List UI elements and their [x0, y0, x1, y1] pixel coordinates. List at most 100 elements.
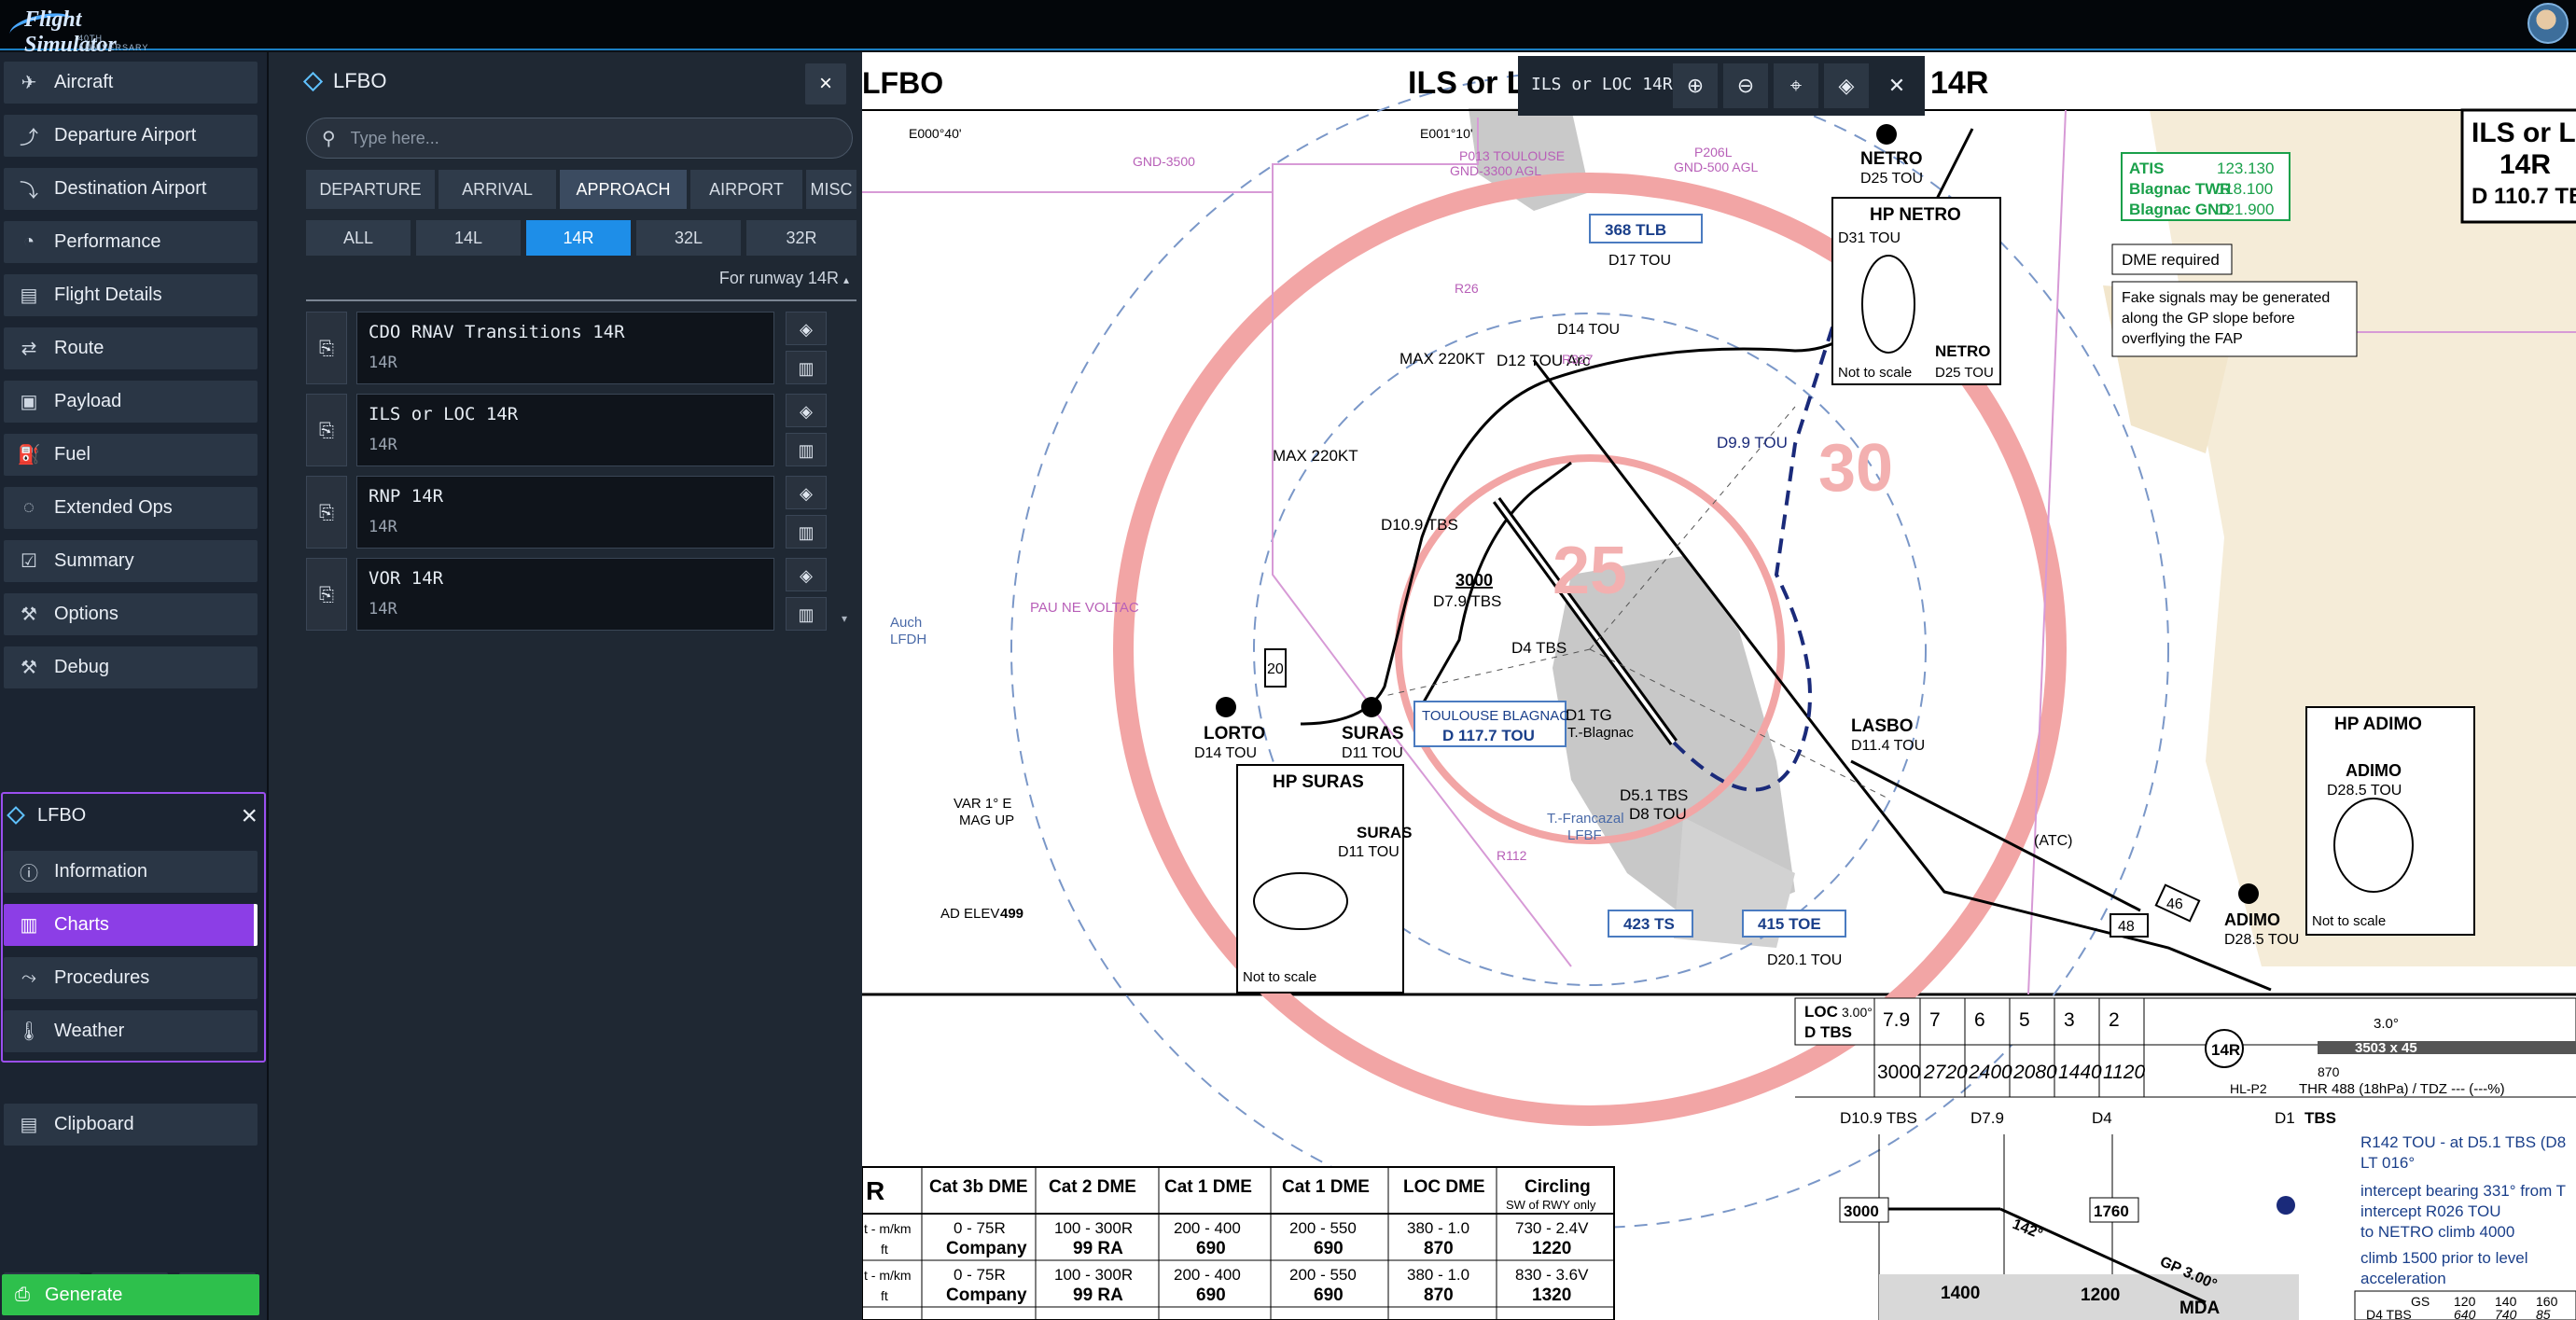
not-to-scale: Not to scale	[1243, 969, 1316, 985]
runway-tab-32r[interactable]: 32R	[746, 220, 856, 256]
center-button[interactable]: ⌖	[1774, 63, 1818, 108]
minima-cell: Company	[946, 1285, 1027, 1305]
nav-label: Destination Airport	[54, 178, 207, 199]
minima-cell: 100 - 300R	[1054, 1219, 1133, 1237]
search-placeholder: Type here...	[350, 128, 439, 147]
map-icon[interactable]: ▥	[786, 433, 827, 466]
not-to-scale: Not to scale	[2312, 913, 2386, 929]
clipboard-add-icon[interactable]: ⎘	[306, 558, 347, 631]
nav-summary[interactable]: ☑ Summary	[4, 540, 258, 582]
approach-chart[interactable]: 25 30 LFBO ILS or LO 14R ILS or LO 14R D…	[862, 52, 2576, 1320]
clipboard-add-icon[interactable]: ⎘	[306, 476, 347, 549]
nav-information[interactable]: ⓘ Information	[4, 851, 258, 893]
close-icon[interactable]: ×	[241, 800, 258, 832]
clipboard-add-icon[interactable]: ⎘	[306, 312, 347, 384]
procedure-item[interactable]: ⎘ VOR 14R 14R ◈ ▥	[306, 558, 842, 631]
layers-icon[interactable]: ◈	[786, 394, 827, 427]
procedure-body[interactable]: RNP 14R 14R	[356, 476, 774, 549]
nav-performance[interactable]: ◔ Performance	[4, 221, 258, 263]
airspace-label: GND-3300 AGL	[1450, 163, 1541, 178]
gs-cell: 640	[2454, 1307, 2476, 1320]
coordinate-label: E001°10'	[1420, 126, 1473, 141]
nav-procedures[interactable]: ⤳ Procedures	[4, 957, 258, 999]
loc-label: LOC	[1804, 1003, 1838, 1021]
nav-payload[interactable]: ▣ Payload	[4, 381, 258, 423]
map-icon[interactable]: ▥	[786, 351, 827, 384]
procedure-body[interactable]: VOR 14R 14R	[356, 558, 774, 631]
layers-button[interactable]: ◈	[1824, 63, 1869, 108]
user-avatar[interactable]	[2527, 3, 2569, 44]
chart-search-input[interactable]: ⚲ Type here...	[306, 118, 853, 159]
map-icon: ▥	[20, 915, 38, 936]
dme-label: D14 TOU	[1557, 322, 1620, 338]
nav-options[interactable]: ⚒ Options	[4, 593, 258, 635]
procedure-item[interactable]: ⎘ RNP 14R 14R ◈ ▥	[306, 476, 842, 549]
close-button[interactable]: ×	[805, 63, 846, 104]
procedure-body[interactable]: ILS or LOC 14R 14R	[356, 394, 774, 466]
navaid-name: TOULOUSE BLAGNAC	[1422, 708, 1569, 724]
minima-cell: 690	[1314, 1239, 1344, 1258]
nav-fuel[interactable]: ⛽ Fuel	[4, 434, 258, 476]
minima-cell: 99 RA	[1073, 1285, 1123, 1305]
airspace-label: R112	[1497, 848, 1527, 863]
app-logo: Flight Simulator 40TH ANNIVERSARY	[4, 2, 172, 57]
top-bar: Flight Simulator 40TH ANNIVERSARY	[0, 0, 2576, 57]
close-chart-button[interactable]: ✕	[1874, 63, 1919, 108]
alt-cell: 1120	[2103, 1062, 2145, 1083]
holding-title: HP ADIMO	[2334, 715, 2422, 734]
nav-route[interactable]: ⇄ Route	[4, 327, 258, 369]
departure-icon: ⤴	[20, 128, 38, 148]
runway-tab-14l[interactable]: 14L	[416, 220, 521, 256]
alt-cell: 3000	[1877, 1062, 1921, 1083]
fix-label: SURAS	[1342, 724, 1404, 743]
runway-tab-32l[interactable]: 32L	[636, 220, 741, 256]
runway-tab-all[interactable]: ALL	[306, 220, 411, 256]
dme-label: D1 TG	[1566, 706, 1612, 724]
procedure-runway: 14R	[369, 518, 397, 536]
tab-misc[interactable]: MISC	[806, 170, 856, 209]
distance-table	[1794, 997, 2576, 1046]
tab-approach[interactable]: APPROACH	[560, 170, 687, 209]
airspace-label: GND-500 AGL	[1674, 160, 1758, 174]
nav-destination-airport[interactable]: ⤵ Destination Airport	[4, 168, 258, 210]
missed-line: to NETRO climb 4000	[2360, 1223, 2514, 1241]
runway-tab-14r[interactable]: 14R	[526, 220, 631, 256]
airspace-label: GND-3500	[1133, 154, 1195, 169]
generate-button[interactable]: ⎙ Generate	[2, 1274, 259, 1315]
nav-clipboard[interactable]: ▤ Clipboard	[4, 1104, 258, 1146]
layers-icon[interactable]: ◈	[786, 558, 827, 591]
procedure-item[interactable]: ⎘ ILS or LOC 14R 14R ◈ ▥	[306, 394, 842, 466]
scroll-down-icon[interactable]: ▾	[842, 612, 847, 625]
procedure-item[interactable]: ⎘ CDO RNAV Transitions 14R 14R ◈ ▥	[306, 312, 842, 384]
missed-line: intercept bearing 331° from T	[2360, 1182, 2566, 1200]
nav-aircraft[interactable]: ✈ Aircraft	[4, 62, 258, 104]
zoom-out-button[interactable]: ⊖	[1723, 63, 1768, 108]
nav-extended-ops[interactable]: ◌ Extended Ops	[4, 487, 258, 529]
dme-label: D20.1 TOU	[1767, 952, 1842, 968]
minima-cell: 100 - 300R	[1054, 1266, 1133, 1284]
wrench-icon: ⚒	[21, 604, 37, 625]
course-label: 142°	[2011, 1216, 2045, 1243]
map-icon[interactable]: ▥	[786, 515, 827, 549]
charts-panel-header: LFBO	[302, 69, 386, 93]
airspace-label: PAU NE VOLTAC	[1030, 600, 1139, 616]
zoom-in-button[interactable]: ⊕	[1673, 63, 1718, 108]
nav-charts[interactable]: ▥ Charts	[4, 904, 258, 946]
map-icon[interactable]: ▥	[786, 597, 827, 631]
clipboard-add-icon[interactable]: ⎘	[306, 394, 347, 466]
layers-icon[interactable]: ◈	[786, 312, 827, 345]
tab-departure[interactable]: DEPARTURE	[306, 170, 435, 209]
nav-flight-details[interactable]: ▤ Flight Details	[4, 274, 258, 316]
tab-arrival[interactable]: ARRIVAL	[439, 170, 556, 209]
nav-debug[interactable]: ⚒ Debug	[4, 646, 258, 688]
tab-airport[interactable]: AIRPORT	[690, 170, 802, 209]
airspace-label: P206L	[1694, 145, 1733, 160]
layers-icon[interactable]: ◈	[786, 476, 827, 509]
nav-departure-airport[interactable]: ⤴ Departure Airport	[4, 115, 258, 157]
procedure-body[interactable]: CDO RNAV Transitions 14R 14R	[356, 312, 774, 384]
airport-label: Auch	[890, 615, 922, 631]
zoom-out-icon: ⊖	[1736, 74, 1755, 97]
arrival-icon: ⤵	[20, 181, 38, 201]
nav-weather[interactable]: 🌡 Weather	[4, 1010, 258, 1052]
clipboard-icon: ▤	[20, 285, 38, 306]
